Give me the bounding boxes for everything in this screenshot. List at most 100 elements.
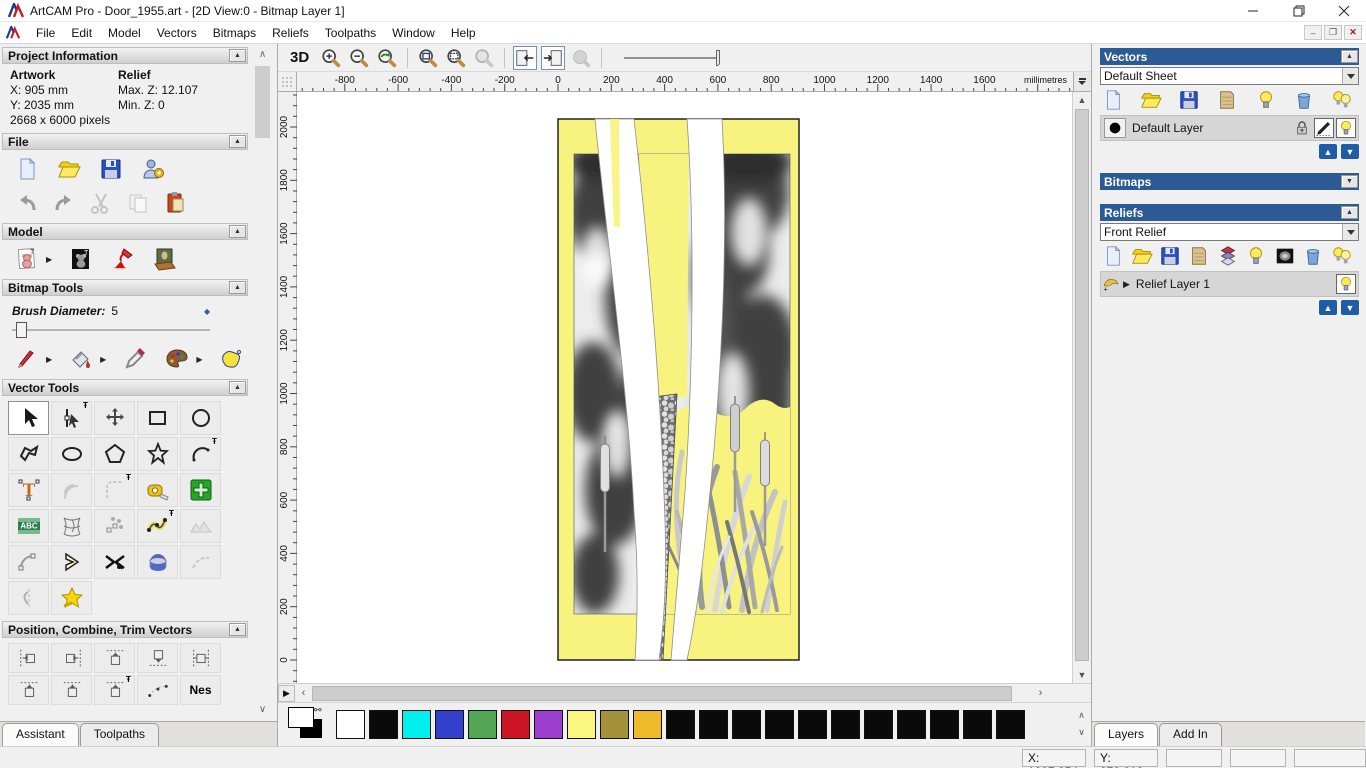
- spin-relief-tool[interactable]: [137, 545, 178, 579]
- move-layer-down-button[interactable]: ▼: [1341, 144, 1359, 159]
- flyout-arrow-icon[interactable]: ▶: [46, 355, 52, 364]
- align-right-tool[interactable]: [51, 643, 92, 673]
- relief-combobox[interactable]: Front Relief: [1100, 223, 1359, 241]
- collapse-icon[interactable]: ▲: [229, 225, 246, 238]
- distort-vectors-tool[interactable]: [51, 509, 92, 543]
- merge-relief-icon[interactable]: [1188, 245, 1210, 267]
- node-editing-tool[interactable]: Ŧ: [51, 401, 92, 435]
- vertical-scrollbar[interactable]: ▲ ▼: [1072, 92, 1091, 683]
- palette-swatch-1[interactable]: [369, 709, 398, 739]
- undo-icon[interactable]: [14, 190, 40, 216]
- collapse-icon[interactable]: ▲: [1341, 206, 1358, 219]
- palette-swatch-10[interactable]: [666, 709, 695, 739]
- create-polyline-tool[interactable]: [8, 437, 49, 471]
- drawing-canvas[interactable]: [297, 92, 1073, 683]
- create-circle-tool[interactable]: [180, 401, 221, 435]
- horizontal-scrollbar[interactable]: ▶ ‹ ›: [278, 683, 1091, 702]
- align-tool-3[interactable]: [51, 675, 92, 705]
- align-tool-4[interactable]: Ŧ: [94, 675, 135, 705]
- chevron-down-icon[interactable]: [1342, 224, 1358, 240]
- ruler-units-button[interactable]: [1072, 72, 1091, 92]
- merge-layers-icon[interactable]: [1216, 89, 1238, 111]
- palette-swatch-4[interactable]: [468, 709, 497, 739]
- trim-vectors-tool[interactable]: [94, 545, 135, 579]
- brush-diameter-slider[interactable]: [12, 320, 238, 340]
- menu-help[interactable]: Help: [443, 23, 484, 43]
- switch-3d-view-button[interactable]: 3D: [284, 49, 315, 66]
- colour-picker-icon[interactable]: [122, 346, 148, 372]
- join-vectors-tool[interactable]: [51, 545, 92, 579]
- scroll-thumb[interactable]: [312, 685, 1012, 701]
- collapse-icon[interactable]: ▲: [1341, 50, 1358, 63]
- block-copy-tool[interactable]: [94, 509, 135, 543]
- create-ellipse-tool[interactable]: [51, 437, 92, 471]
- layer-name[interactable]: Relief Layer 1: [1130, 277, 1336, 291]
- chevron-down-icon[interactable]: [1342, 68, 1358, 84]
- tab-layers[interactable]: Layers: [1094, 723, 1159, 746]
- relief-layer-row[interactable]: + ▶ Relief Layer 1: [1100, 271, 1359, 297]
- palette-swatch-17[interactable]: [897, 709, 926, 739]
- palette-swatch-12[interactable]: [732, 709, 761, 739]
- select-vectors-tool[interactable]: [8, 401, 49, 435]
- flyout-arrow-icon[interactable]: ▶: [196, 355, 202, 364]
- palette-swatch-18[interactable]: [930, 709, 959, 739]
- tab-add-in[interactable]: Add In: [1159, 723, 1222, 746]
- flyout-arrow-icon[interactable]: ▶: [100, 355, 106, 364]
- palette-swatch-13[interactable]: [765, 709, 794, 739]
- create-text-tool[interactable]: T: [8, 473, 49, 507]
- vector-sheet-combobox[interactable]: Default Sheet: [1100, 67, 1359, 85]
- text-on-curve-tool[interactable]: ABC: [8, 509, 49, 543]
- delete-relief-icon[interactable]: [1302, 245, 1324, 267]
- move-layer-up-button[interactable]: ▲: [1319, 300, 1337, 315]
- slider-handle[interactable]: [716, 49, 721, 66]
- minimize-button[interactable]: [1231, 0, 1276, 21]
- scroll-right-icon[interactable]: ›: [1032, 687, 1049, 699]
- palette-swatch-14[interactable]: [798, 709, 827, 739]
- layer-visible-button[interactable]: [1336, 118, 1356, 138]
- palette-swatch-7[interactable]: [567, 709, 596, 739]
- light-material-icon[interactable]: [110, 246, 136, 272]
- align-top-tool[interactable]: [94, 643, 135, 673]
- wrap-vectors-tool[interactable]: [51, 581, 92, 615]
- palette-swatch-2[interactable]: [402, 709, 431, 739]
- menu-reliefs[interactable]: Reliefs: [264, 23, 317, 43]
- nest-vectors-tool[interactable]: Nes: [180, 675, 221, 705]
- align-tool-2[interactable]: [8, 675, 49, 705]
- menu-model[interactable]: Model: [100, 23, 149, 43]
- zoom-previous-button[interactable]: [375, 46, 399, 70]
- zoom-out-button[interactable]: [347, 46, 371, 70]
- vector-layer-row[interactable]: Default Layer: [1100, 115, 1359, 141]
- redo-icon[interactable]: [51, 190, 77, 216]
- delete-layer-icon[interactable]: [1293, 89, 1315, 111]
- paste-relief-tool[interactable]: [180, 473, 221, 507]
- palette-swatch-19[interactable]: [963, 709, 992, 739]
- child-minimize-button[interactable]: –: [1304, 25, 1322, 40]
- invert-greyscale-icon[interactable]: T: [68, 246, 94, 272]
- palette-scrollbar[interactable]: ∧ ∨: [1074, 710, 1091, 738]
- create-arc-tool[interactable]: Ŧ: [180, 437, 221, 471]
- restore-button[interactable]: [1276, 0, 1321, 21]
- fit-spline-tool[interactable]: Ŧ: [137, 509, 178, 543]
- paint-icon[interactable]: [14, 346, 40, 372]
- snap-layer-button[interactable]: [1314, 118, 1334, 138]
- paste-icon[interactable]: [162, 190, 188, 216]
- left-panel-scrollbar[interactable]: ∧ ∨: [254, 46, 271, 718]
- slider-handle[interactable]: [16, 322, 27, 338]
- show-panel-button[interactable]: ▶: [278, 684, 295, 702]
- open-vector-layer-icon[interactable]: [1140, 89, 1162, 111]
- tab-toolpaths[interactable]: Toolpaths: [79, 723, 160, 746]
- flyout-arrow-icon[interactable]: ▶: [46, 255, 52, 264]
- palette-swatch-3[interactable]: [435, 709, 464, 739]
- save-vector-layer-icon[interactable]: [1178, 89, 1200, 111]
- menu-edit[interactable]: Edit: [63, 23, 100, 43]
- palette-icon[interactable]: [164, 346, 190, 372]
- menu-file[interactable]: File: [28, 23, 63, 43]
- palette-swatch-8[interactable]: [600, 709, 629, 739]
- collapse-icon[interactable]: ▲: [229, 623, 246, 636]
- palette-swatch-6[interactable]: [534, 709, 563, 739]
- child-close-button[interactable]: ✕: [1344, 25, 1362, 40]
- palette-swatch-16[interactable]: [864, 709, 893, 739]
- model-wizard-icon[interactable]: [140, 156, 166, 182]
- zoom-level-slider[interactable]: [624, 48, 734, 68]
- palette-swatch-20[interactable]: [996, 709, 1025, 739]
